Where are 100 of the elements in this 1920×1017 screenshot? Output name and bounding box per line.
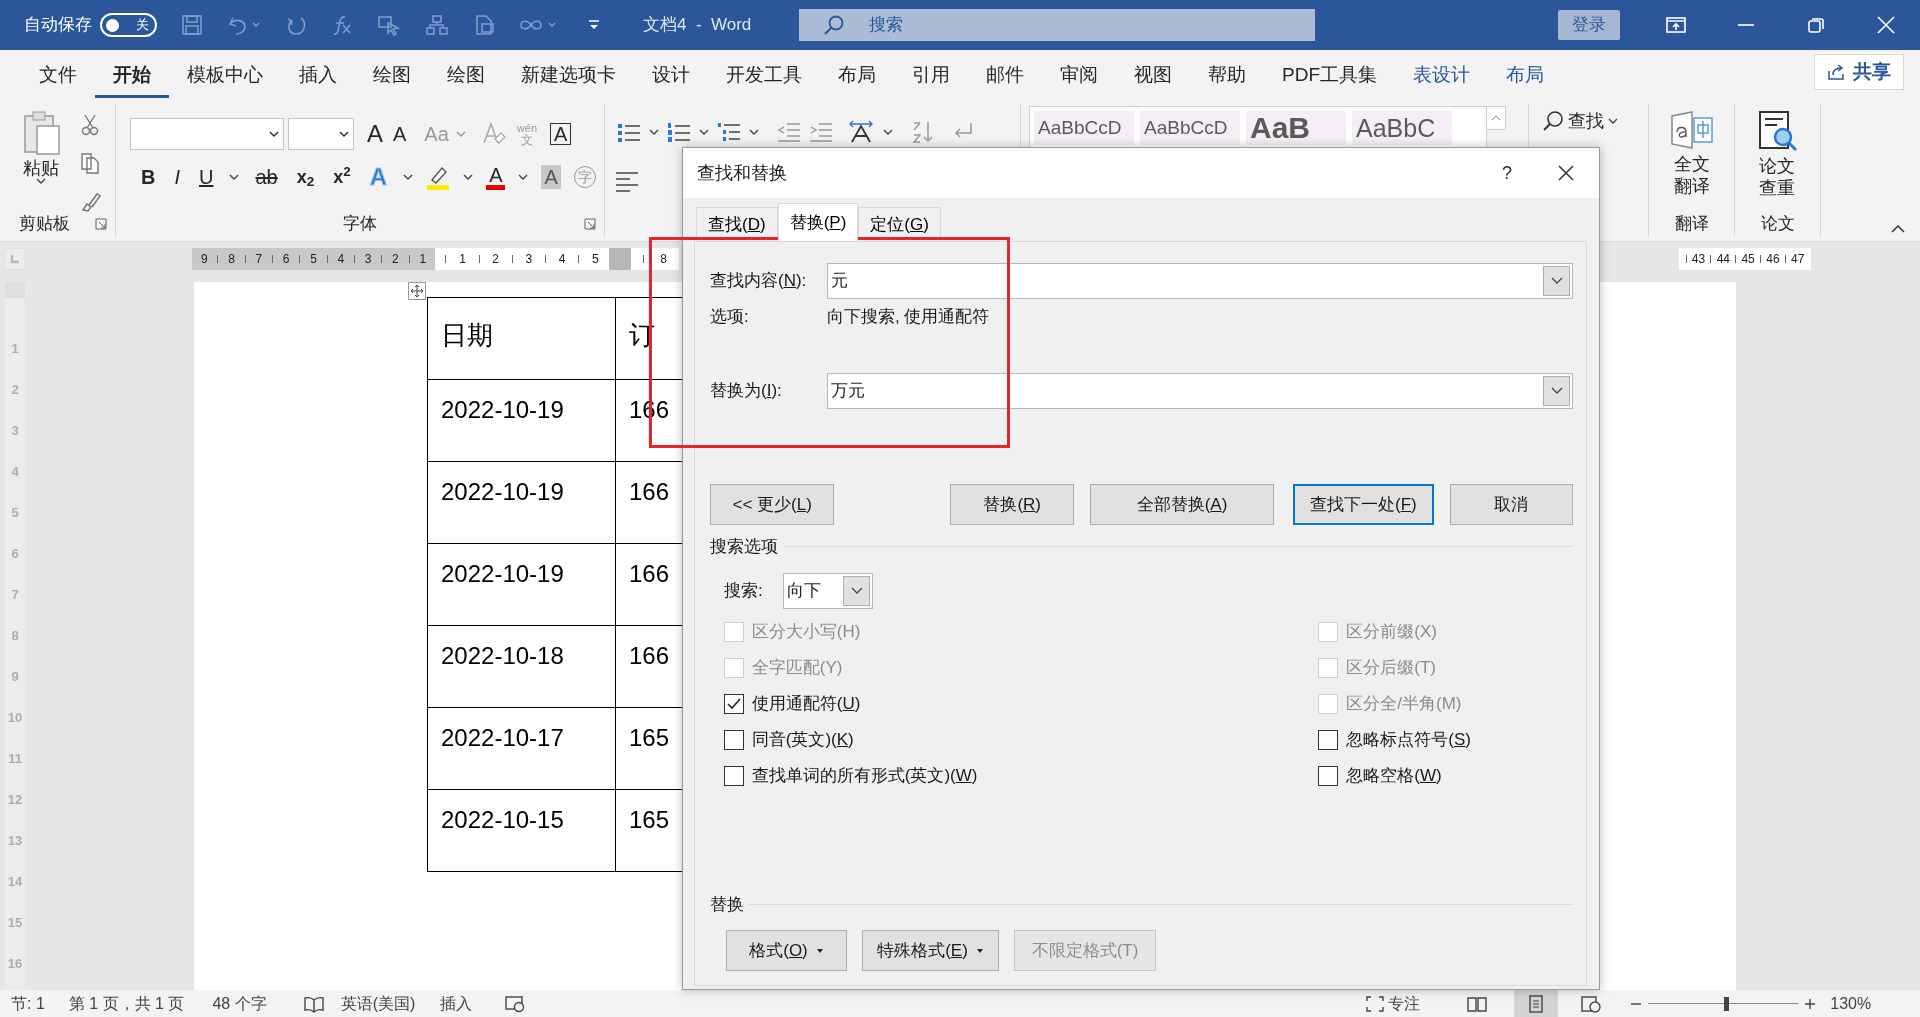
accessibility-icon[interactable] <box>504 994 527 1013</box>
underline-button[interactable]: U <box>196 167 217 187</box>
caret-icon[interactable] <box>749 128 759 136</box>
sort-icon[interactable] <box>911 120 935 144</box>
close-icon[interactable] <box>1557 164 1575 182</box>
style-preview[interactable]: AaB <box>1246 111 1346 145</box>
ribbon-tab[interactable]: 布局 <box>820 58 894 98</box>
ribbon-tab[interactable]: 开发工具 <box>708 58 820 98</box>
copy-icon[interactable] <box>80 152 100 174</box>
style-preview[interactable]: AaBbC <box>1352 111 1452 145</box>
sign-in-button[interactable]: 登录 <box>1558 10 1620 40</box>
caret-icon[interactable] <box>229 173 240 181</box>
multilevel-list-icon[interactable] <box>717 121 741 143</box>
find-button[interactable]: 查找 <box>1539 110 1621 132</box>
translate-button[interactable]: 全文 翻译 <box>1667 110 1717 198</box>
help-button[interactable]: ? <box>1499 164 1515 182</box>
restore-icon[interactable] <box>1806 16 1826 34</box>
ribbon-tab[interactable]: 新建选项卡 <box>503 58 634 98</box>
dialog-launcher-icon[interactable] <box>95 218 107 230</box>
highlighter-icon[interactable] <box>426 164 451 190</box>
share-button[interactable]: 共享 <box>1814 53 1904 90</box>
superscript-button[interactable]: x$^{2}$ <box>330 168 354 186</box>
ribbon-tab[interactable]: 布局 <box>1488 58 1562 98</box>
format-button[interactable]: 格式(O) <box>726 930 847 971</box>
ribbon-tab[interactable]: 帮助 <box>1190 58 1264 98</box>
ribbon-tab[interactable]: 插入 <box>281 58 355 98</box>
dialog-launcher-icon[interactable] <box>584 218 596 230</box>
style-preview[interactable]: AaBbCcD <box>1140 111 1240 145</box>
ribbon-display-icon[interactable] <box>1666 16 1686 34</box>
ribbon-tab[interactable]: 邮件 <box>968 58 1042 98</box>
numbered-list-icon[interactable] <box>667 121 691 143</box>
caret-icon[interactable] <box>518 173 529 181</box>
read-mode-icon[interactable] <box>1466 994 1489 1013</box>
ribbon-tab[interactable]: 引用 <box>894 58 968 98</box>
proofing-icon[interactable] <box>302 994 325 1013</box>
collapse-ribbon-icon[interactable] <box>1890 223 1906 233</box>
ruler-number: 2 <box>392 250 399 268</box>
dialog-button[interactable]: 查找下一处(F) <box>1293 484 1434 525</box>
ribbon-tab[interactable]: 模板中心 <box>169 58 281 98</box>
character-border-button[interactable]: A <box>550 123 572 145</box>
caret-icon[interactable] <box>883 128 893 136</box>
checkbox[interactable] <box>723 693 744 714</box>
checkbox[interactable] <box>723 765 744 786</box>
italic-button[interactable]: I <box>171 167 183 187</box>
scissors-icon[interactable] <box>80 114 100 136</box>
font-size-field[interactable] <box>288 118 354 150</box>
caret-icon[interactable] <box>403 173 414 181</box>
function-icon[interactable] <box>331 14 353 36</box>
find-what-field[interactable]: 元 <box>827 263 1573 299</box>
ribbon-tab[interactable]: 文件 <box>21 58 95 98</box>
checkbox[interactable] <box>723 729 744 750</box>
align-left-icon[interactable] <box>615 169 639 192</box>
checkbox[interactable] <box>1318 729 1339 750</box>
dialog-button[interactable]: 替换(R) <box>950 484 1074 525</box>
paste-button[interactable]: 粘贴 <box>18 110 64 185</box>
ribbon-tab[interactable]: 绘图 <box>429 58 503 98</box>
replace-with-field[interactable]: 万元 <box>827 373 1573 409</box>
zoom-in-icon[interactable] <box>1804 997 1817 1010</box>
dialog-tab[interactable]: 替换(P) <box>777 203 859 241</box>
subscript-button[interactable]: x$_{2}$ <box>293 168 318 186</box>
format-painter-icon[interactable] <box>80 190 102 212</box>
table-move-handle-icon[interactable] <box>408 282 426 300</box>
checkbox[interactable] <box>1318 765 1339 786</box>
caret-icon[interactable] <box>699 128 709 136</box>
ribbon-tab[interactable]: PDF工具集 <box>1264 58 1395 98</box>
ribbon-tab[interactable]: 设计 <box>634 58 708 98</box>
bold-button[interactable]: B <box>138 167 159 187</box>
style-preview[interactable]: AaBbCcD <box>1034 111 1134 145</box>
dialog-button[interactable]: 全部替换(A) <box>1089 484 1275 525</box>
search-field[interactable]: 搜索 <box>799 9 1316 41</box>
select-icon[interactable] <box>377 14 401 36</box>
strikethrough-button[interactable]: ab <box>252 167 281 187</box>
slider-thumb[interactable] <box>1723 996 1729 1011</box>
font-color-button[interactable]: A <box>486 164 506 190</box>
ribbon-tab[interactable]: 绘图 <box>355 58 429 98</box>
indent-marker[interactable] <box>609 247 631 270</box>
ribbon-tab[interactable]: 视图 <box>1116 58 1190 98</box>
font-name-field[interactable] <box>130 118 284 150</box>
text-effect-button[interactable]: A <box>366 165 391 189</box>
dialog-button[interactable]: << 更少(L) <box>710 484 835 525</box>
format-button[interactable]: 特殊格式(E) <box>862 930 999 971</box>
shrink-font-button[interactable]: A <box>390 124 410 144</box>
customize-icon[interactable] <box>587 18 601 32</box>
focus-mode-button[interactable]: 专注 <box>1366 991 1421 1016</box>
character-shading-button[interactable]: A <box>541 165 561 189</box>
caret-icon[interactable] <box>463 173 474 181</box>
dialog-button[interactable]: 取消 <box>1449 484 1573 525</box>
paper-check-button[interactable]: 论文 查重 <box>1753 110 1801 200</box>
autosave-toggle[interactable]: 关 <box>100 13 157 37</box>
web-layout-icon[interactable] <box>1580 994 1603 1013</box>
zoom-slider[interactable] <box>1648 996 1799 1011</box>
redo-icon[interactable] <box>285 14 307 36</box>
search-direction-field[interactable]: 向下 <box>783 572 873 609</box>
bullet-list-icon[interactable] <box>617 121 641 143</box>
caret-icon[interactable] <box>649 128 659 136</box>
print-layout-button[interactable] <box>1514 990 1559 1017</box>
ribbon-tab[interactable]: 表设计 <box>1395 58 1488 98</box>
text-direction-icon[interactable] <box>847 120 875 144</box>
ribbon-tab[interactable]: 审阅 <box>1042 58 1116 98</box>
grow-font-button[interactable]: A <box>364 122 386 146</box>
